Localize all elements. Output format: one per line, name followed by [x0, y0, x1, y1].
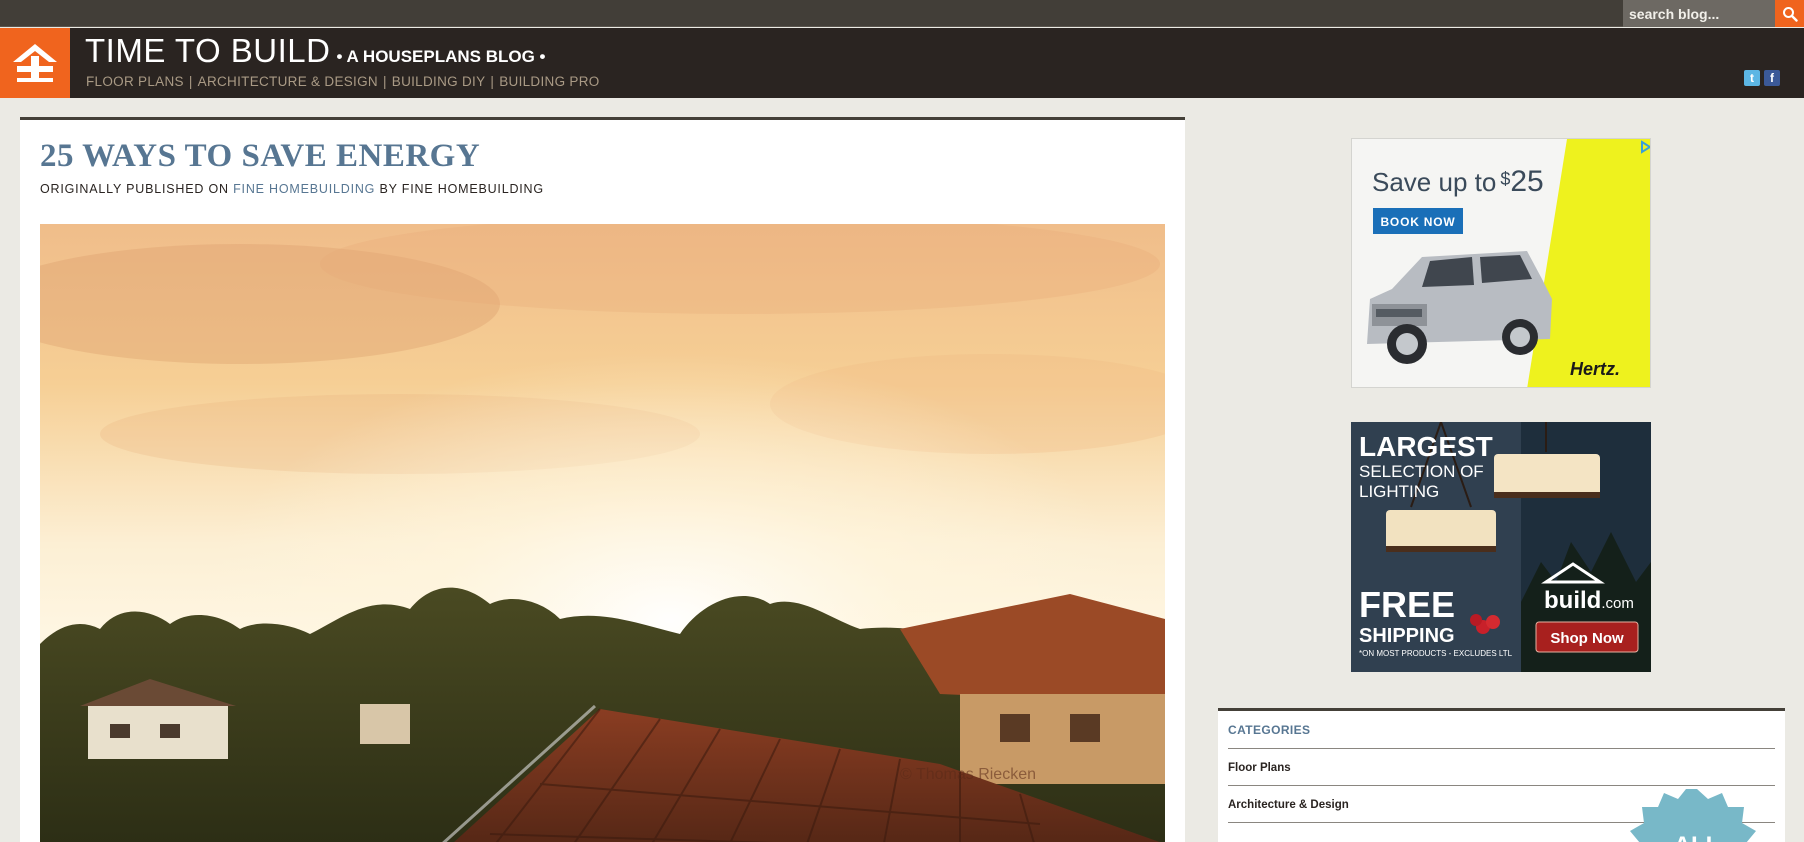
site-title[interactable]: TIME TO BUILD • A HOUSEPLANS BLOG • — [85, 32, 546, 70]
all-badge[interactable]: ALL — [1622, 785, 1772, 842]
build-ad-line1: LARGEST — [1359, 431, 1493, 462]
nav-separator: | — [188, 74, 193, 89]
build-com-brand: build — [1544, 587, 1601, 614]
build-ad-line3: LIGHTING — [1359, 482, 1439, 501]
hertz-dollar-sign: $ — [1500, 169, 1510, 189]
byline-source-link[interactable]: FINE HOMEBUILDING — [233, 182, 375, 196]
build-ad-fine-print: *ON MOST PRODUCTS - EXCLUDES LTL — [1359, 649, 1513, 658]
nav-building-diy[interactable]: BUILDING DIY — [392, 74, 486, 89]
utility-bar — [0, 0, 1804, 27]
build-com-ad-graphic: LARGEST SELECTION OF LIGHTING FREE SHIPP… — [1351, 422, 1651, 672]
hertz-ad-graphic: Save up to $25 BOOK NOW Hertz. — [1367, 139, 1650, 387]
nav-floor-plans[interactable]: FLOOR PLANS — [86, 74, 184, 89]
search-box — [1623, 0, 1804, 27]
social-links: t f — [1744, 70, 1780, 86]
site-tagline: • A HOUSEPLANS BLOG • — [336, 47, 546, 66]
house-logo-icon — [13, 44, 57, 82]
post-byline: ORIGINALLY PUBLISHED ON FINE HOMEBUILDIN… — [40, 182, 544, 196]
site-title-text: TIME TO BUILD — [85, 32, 331, 69]
search-icon — [1782, 6, 1798, 22]
suv-image — [1367, 251, 1552, 364]
build-com-suffix: .com — [1601, 595, 1634, 612]
build-shop-now-button[interactable]: Shop Now — [1550, 630, 1624, 647]
build-ad-line2: SELECTION OF — [1359, 462, 1484, 481]
search-input[interactable] — [1623, 0, 1775, 27]
nav-separator: | — [490, 74, 495, 89]
post-card: 25 WAYS TO SAVE ENERGY ORIGINALLY PUBLIS… — [20, 117, 1185, 842]
categories-title: CATEGORIES — [1228, 711, 1775, 749]
hertz-headline-prefix: Save up to — [1372, 167, 1496, 197]
build-ad-free: FREE — [1359, 584, 1455, 625]
hertz-amount: 25 — [1510, 165, 1543, 198]
sunset-rooftops-image: © Thomas Riecken — [40, 224, 1165, 842]
nav-separator: | — [382, 74, 387, 89]
hertz-logo: Hertz. — [1570, 359, 1620, 379]
hertz-ad[interactable]: Save up to $25 BOOK NOW Hertz. — [1351, 138, 1651, 388]
build-com-ad[interactable]: LARGEST SELECTION OF LIGHTING FREE SHIPP… — [1351, 422, 1651, 672]
site-header: TIME TO BUILD • A HOUSEPLANS BLOG • FLOOR… — [0, 28, 1804, 98]
main-nav: FLOOR PLANS | ARCHITECTURE & DESIGN | BU… — [86, 74, 600, 89]
site-logo[interactable] — [0, 28, 70, 98]
post-title[interactable]: 25 WAYS TO SAVE ENERGY — [40, 138, 480, 175]
category-floor-plans[interactable]: Floor Plans — [1228, 749, 1775, 786]
byline-author: BY FINE HOMEBUILDING — [379, 182, 544, 196]
search-button[interactable] — [1775, 0, 1804, 27]
nav-architecture-design[interactable]: ARCHITECTURE & DESIGN — [198, 74, 378, 89]
post-hero-image: © Thomas Riecken — [40, 224, 1165, 842]
image-watermark: © Thomas Riecken — [900, 766, 1036, 783]
hertz-book-now-button[interactable]: BOOK NOW — [1380, 215, 1455, 229]
twitter-icon[interactable]: t — [1744, 70, 1760, 86]
hertz-headline: Save up to $25 — [1372, 165, 1544, 198]
nav-building-pro[interactable]: BUILDING PRO — [499, 74, 599, 89]
all-badge-label: ALL — [1674, 832, 1721, 842]
categories-widget: CATEGORIES Floor Plans Architecture & De… — [1218, 708, 1785, 842]
facebook-icon[interactable]: f — [1764, 70, 1780, 86]
build-ad-shipping: SHIPPING — [1359, 625, 1455, 647]
byline-prefix: ORIGINALLY PUBLISHED ON — [40, 182, 229, 196]
